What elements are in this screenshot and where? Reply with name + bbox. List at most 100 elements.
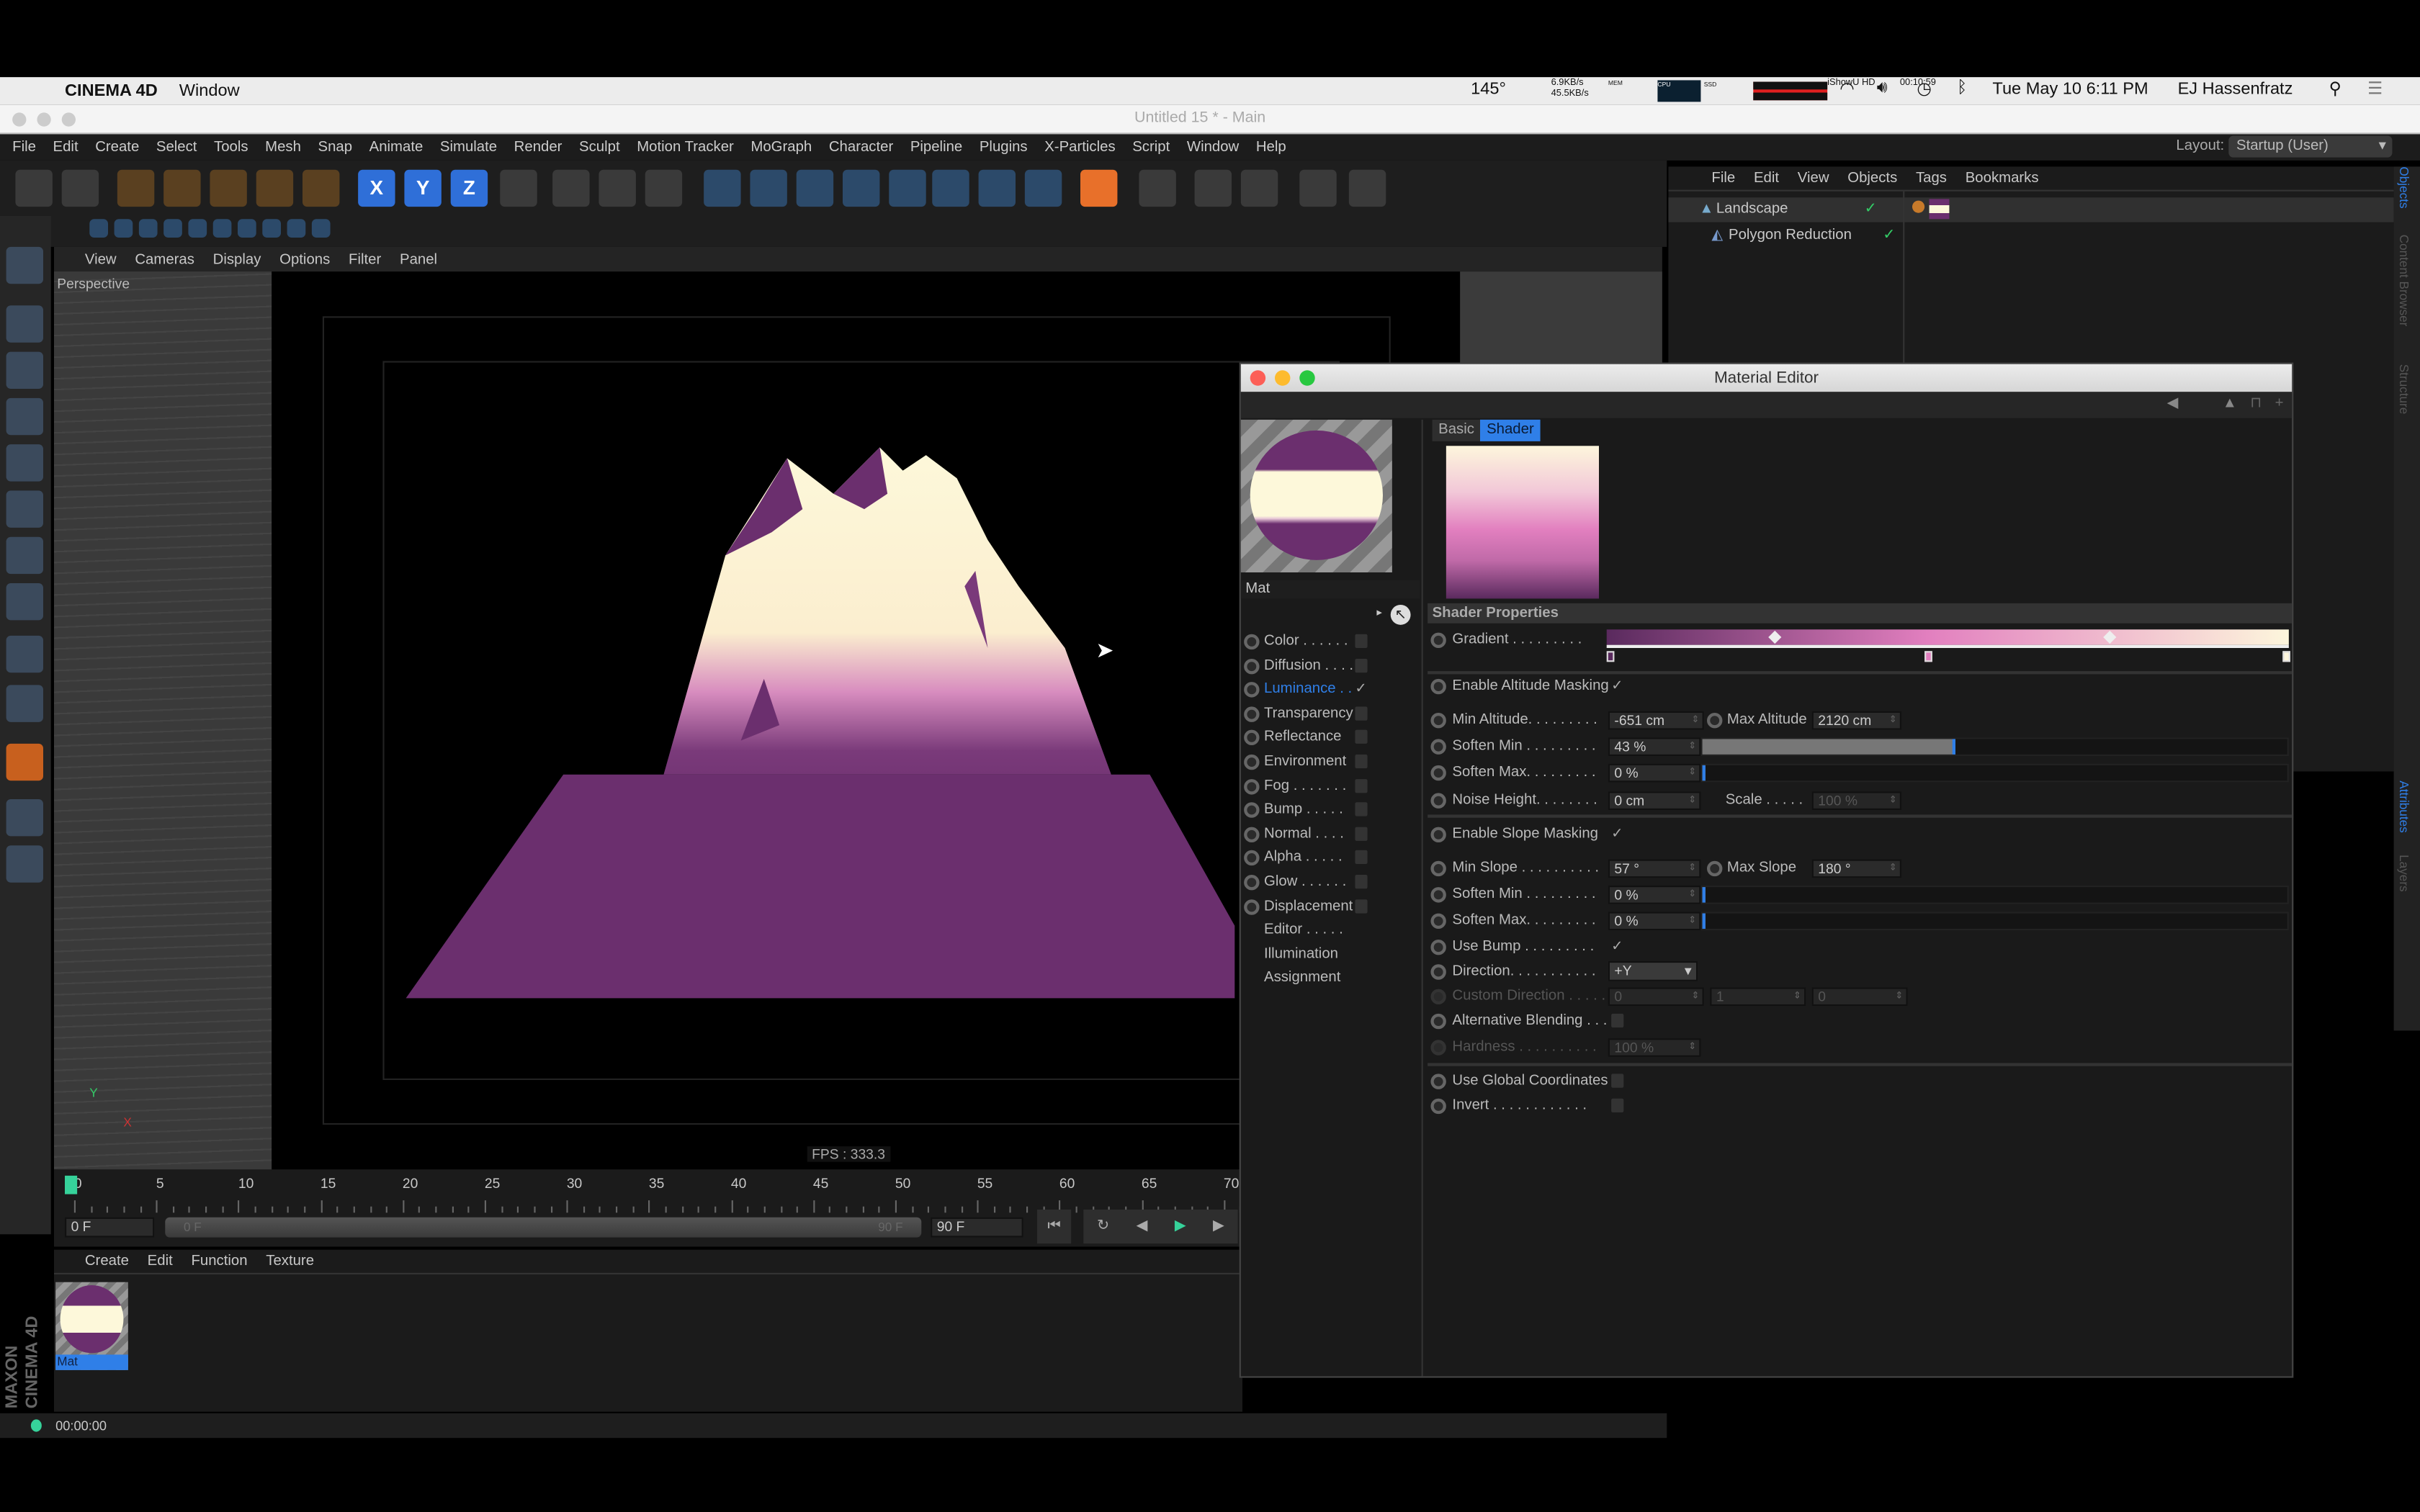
frame-range-slider[interactable]: 0 F 90 F — [165, 1217, 922, 1238]
gradient-knot[interactable] — [1924, 651, 1932, 662]
menu-plugins[interactable]: Plugins — [980, 139, 1028, 156]
channel-checkbox[interactable] — [1355, 706, 1368, 721]
viewport-menu-panel[interactable]: Panel — [400, 251, 437, 268]
material-name-field[interactable]: Mat — [1240, 580, 1420, 599]
menu-script[interactable]: Script — [1132, 139, 1170, 156]
menu-render[interactable]: Render — [514, 139, 563, 156]
bluetooth-icon[interactable]: ᛒ — [1957, 78, 1967, 97]
right-tab-objects[interactable]: Objects — [2397, 166, 2411, 228]
zoom-button[interactable] — [1299, 370, 1315, 386]
material-tag-icon[interactable] — [1929, 199, 1950, 220]
tweak-mode-icon[interactable] — [6, 635, 44, 673]
lock-workplane-icon[interactable] — [6, 845, 44, 883]
play-button[interactable]: ▶ — [1175, 1210, 1186, 1243]
menu-simulate[interactable]: Simulate — [440, 139, 497, 156]
direction-radio-icon[interactable] — [1430, 964, 1446, 980]
step-back-button[interactable]: ◀ — [1137, 1210, 1148, 1243]
user-name[interactable]: EJ Hassenfratz — [2178, 80, 2293, 99]
close-button[interactable] — [1250, 370, 1266, 386]
mm-menu-create[interactable]: Create — [85, 1253, 129, 1270]
use-global-coordinates-radio-icon[interactable] — [1430, 1074, 1446, 1089]
om-menu-tags[interactable]: Tags — [1916, 170, 1947, 187]
end-frame-field[interactable]: 90 F — [931, 1217, 1023, 1238]
channel-checkbox[interactable] — [1355, 802, 1368, 816]
minimize-button[interactable] — [1275, 370, 1291, 386]
om-menu-view[interactable]: View — [1798, 170, 1829, 187]
menu-select[interactable]: Select — [156, 139, 197, 156]
channel-reflectance[interactable]: Reflectance — [1264, 729, 1342, 746]
channel-radio-icon[interactable] — [1244, 706, 1260, 722]
stepper-arrows-icon[interactable]: ⇕ — [1889, 713, 1897, 728]
snap-option-icon[interactable] — [188, 219, 207, 238]
snap-option-icon[interactable] — [238, 219, 256, 238]
min-altitude-radio-icon[interactable] — [1430, 712, 1446, 729]
enable-slope-masking-checkbox[interactable]: ✓ — [1611, 827, 1623, 841]
om-menu-objects[interactable]: Objects — [1847, 170, 1897, 187]
channel-radio-icon[interactable] — [1244, 634, 1260, 650]
expand-arrow-icon[interactable]: ▸ — [1376, 606, 1382, 618]
channel-displacement[interactable]: Displacement — [1264, 897, 1353, 914]
y-axis-icon[interactable]: Y — [404, 169, 442, 207]
soft-selection-icon[interactable] — [6, 685, 44, 722]
channel-fog[interactable]: Fog . . . . . . . — [1264, 777, 1346, 794]
enable-altitude-masking-radio-icon[interactable] — [1430, 678, 1446, 695]
xpresso-icon[interactable] — [1240, 169, 1278, 207]
redo-icon[interactable] — [61, 169, 99, 207]
gradient-interpolation-handle[interactable] — [1768, 630, 1782, 644]
max-altitude-radio-icon[interactable] — [1707, 712, 1723, 729]
landscape-icon[interactable] — [704, 169, 741, 207]
gradient-knot[interactable] — [1606, 651, 1615, 662]
viewport-menu-display[interactable]: Display — [213, 251, 261, 268]
om-menu-edit[interactable]: Edit — [1754, 170, 1779, 187]
slope-soften-max-field[interactable]: 0 % ⇕ — [1608, 912, 1701, 931]
channel-alpha[interactable]: Alpha . . . . . — [1264, 849, 1343, 866]
viewport-menu-view[interactable]: View — [85, 251, 117, 268]
stepper-arrows-icon[interactable]: ⇕ — [1688, 793, 1696, 808]
alternative-blending-radio-icon[interactable] — [1430, 1013, 1446, 1030]
menu-mesh[interactable]: Mesh — [265, 139, 301, 156]
point-mode-icon[interactable] — [6, 444, 44, 482]
zoom-button[interactable] — [61, 112, 76, 127]
section-illumination[interactable]: Illumination — [1264, 945, 1338, 963]
altitude-soften-min-field[interactable]: 43 % ⇕ — [1608, 737, 1701, 756]
pick-cursor-icon[interactable]: ↖ — [1390, 605, 1411, 625]
menu-snap[interactable]: Snap — [318, 139, 352, 156]
cube-icon[interactable] — [1139, 169, 1176, 207]
om-menu-file[interactable]: File — [1711, 170, 1735, 187]
slope-soften-max-slider[interactable] — [1700, 912, 2289, 931]
channel-checkbox[interactable] — [1355, 754, 1368, 769]
noise-height-radio-icon[interactable] — [1430, 793, 1446, 809]
viewport-menu-options[interactable]: Options — [279, 251, 330, 268]
altitude-soften-max-field[interactable]: 0 % ⇕ — [1608, 763, 1701, 783]
menu-file[interactable]: File — [12, 139, 36, 156]
slope-soften-min-slider[interactable] — [1700, 886, 2289, 904]
playhead[interactable] — [65, 1175, 78, 1194]
channel-radio-icon[interactable] — [1244, 730, 1260, 746]
enabled-check-icon[interactable]: ✓ — [1883, 227, 1895, 244]
viewport-menu-filter[interactable]: Filter — [349, 251, 381, 268]
stepper-arrows-icon[interactable]: ⇕ — [1688, 765, 1696, 780]
channel-checkbox[interactable] — [1355, 634, 1368, 648]
object-row-landscape[interactable]: ▲ Landscape ✓ — [1668, 197, 2394, 222]
channel-radio-icon[interactable] — [1244, 754, 1260, 770]
select-icon[interactable] — [117, 169, 155, 207]
spotlight-icon[interactable]: ⚲ — [2329, 78, 2341, 99]
array-icon[interactable] — [843, 169, 880, 207]
use-bump-checkbox[interactable]: ✓ — [1611, 939, 1623, 953]
minimize-button[interactable] — [37, 112, 51, 127]
altitude-soften-min-slider[interactable] — [1700, 737, 2289, 756]
menu-window[interactable]: Window — [1187, 139, 1239, 156]
channel-radio-icon[interactable] — [1244, 875, 1260, 891]
max-slope-radio-icon[interactable] — [1707, 860, 1723, 877]
gradient-radio-icon[interactable] — [1430, 632, 1446, 648]
current-frame-field[interactable]: 0 F — [65, 1217, 155, 1238]
close-button[interactable] — [12, 112, 27, 127]
channel-transparency[interactable]: Transparency — [1264, 705, 1353, 722]
hardness-radio-icon[interactable] — [1430, 1040, 1446, 1056]
section-assignment[interactable]: Assignment — [1264, 969, 1340, 986]
time-machine-icon[interactable]: ◷ — [1917, 78, 1932, 99]
channel-color[interactable]: Color . . . . . . — [1264, 633, 1348, 650]
stepper-arrows-icon[interactable]: ⇕ — [1688, 861, 1696, 876]
notification-center-icon[interactable]: ☰ — [2367, 78, 2383, 99]
stepper-arrows-icon[interactable]: ⇕ — [1688, 914, 1696, 929]
